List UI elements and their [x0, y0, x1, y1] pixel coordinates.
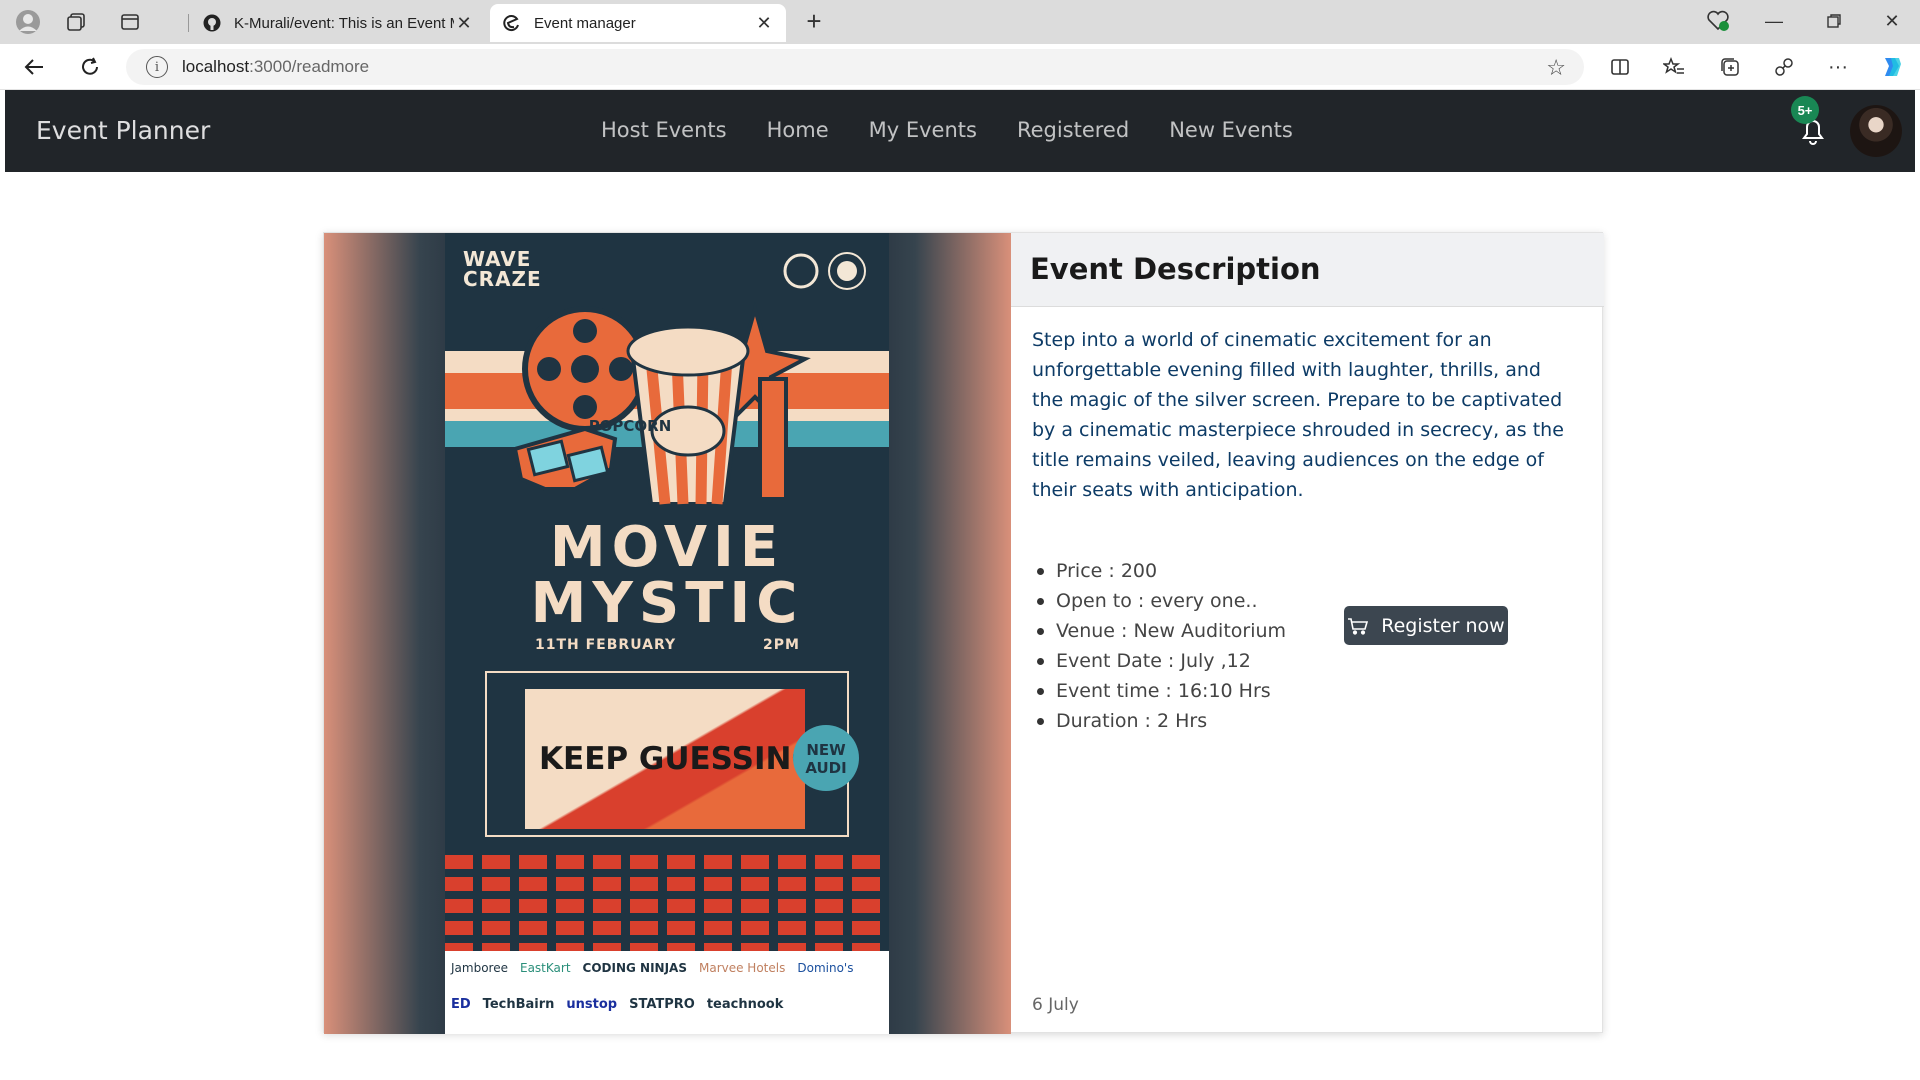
description-header: Event Description [1011, 233, 1604, 307]
poster-seats [445, 855, 889, 951]
tab-github[interactable]: K-Murali/event: This is an Event M ✕ [190, 4, 486, 42]
tab-actions-icon[interactable] [116, 8, 144, 36]
detail-price: Price : 200 [1032, 556, 1286, 586]
poster-logo: WAVE CRAZE [463, 247, 542, 291]
restore-button[interactable] [1812, 6, 1856, 36]
copilot-icon[interactable] [1876, 52, 1908, 82]
tab-event-manager[interactable]: Event manager ✕ [490, 4, 786, 42]
poster-date: 11TH FEBRUARY [535, 637, 677, 653]
nav-new-events[interactable]: New Events [1169, 118, 1293, 142]
description-title: Event Description [1030, 252, 1321, 286]
app-navbar: Event Planner Host Events Home My Events… [5, 90, 1915, 172]
close-tab-icon[interactable]: ✕ [754, 13, 774, 34]
url-path: :3000/readmore [249, 57, 370, 76]
event-card: WAVE CRAZE POPCORN MOVIE MYSTIC 11TH FEB… [323, 232, 1604, 1034]
brand-link[interactable]: Event Planner [36, 116, 210, 145]
register-now-button[interactable]: Register now [1344, 606, 1508, 645]
register-label: Register now [1381, 614, 1505, 637]
sponsor: teachnook [706, 997, 784, 1012]
event-poster: WAVE CRAZE POPCORN MOVIE MYSTIC 11TH FEB… [324, 233, 1011, 1034]
event-description-panel: Event Description Step into a world of c… [1011, 233, 1604, 1034]
event-description: Step into a world of cinematic excitemen… [1032, 329, 1564, 501]
tab-title: Event manager [534, 14, 636, 32]
sponsor: unstop [566, 997, 618, 1012]
tab-separator [188, 14, 189, 32]
event-details-list: Price : 200 Open to : every one.. Venue … [1032, 556, 1286, 736]
extensions-icon[interactable] [1768, 52, 1800, 82]
url-host: localhost [182, 57, 250, 76]
back-arrow-icon[interactable] [18, 52, 50, 82]
poster-sponsors: Jamboree EastKart CODING NINJAS Marvee H… [445, 951, 889, 1034]
notification-badge: 5+ [1791, 96, 1819, 124]
tab-title: K-Murali/event: This is an Event M [234, 14, 454, 32]
poster-time: 2PM [763, 637, 800, 653]
workspaces-icon[interactable] [62, 8, 90, 36]
favorite-star-icon[interactable]: ☆ [1546, 55, 1566, 81]
detail-open-to: Open to : every one.. [1032, 586, 1286, 616]
avatar[interactable] [1850, 105, 1902, 157]
sponsor: Jamboree [451, 961, 508, 975]
posted-date: 6 July [1032, 995, 1079, 1015]
poster-popcorn-label: POPCORN [588, 417, 672, 435]
detail-venue: Venue : New Auditorium [1032, 616, 1286, 646]
github-icon [202, 13, 222, 33]
nav-home[interactable]: Home [767, 118, 829, 142]
url-field[interactable]: i localhost:3000/readmore ☆ [126, 49, 1584, 85]
sponsor: STATPRO [629, 997, 695, 1012]
app-viewport: Event Planner Host Events Home My Events… [5, 90, 1915, 1075]
poster-venue-line1: NEW [806, 741, 846, 759]
browser-tab-bar: K-Murali/event: This is an Event M ✕ Eve… [0, 0, 1920, 44]
detail-time: Event time : 16:10 Hrs [1032, 676, 1286, 706]
site-info-icon[interactable]: i [146, 56, 168, 78]
refresh-icon[interactable] [74, 52, 106, 82]
edge-icon [502, 13, 522, 33]
movie-props-illustration [515, 301, 811, 506]
poster-image: WAVE CRAZE POPCORN MOVIE MYSTIC 11TH FEB… [445, 233, 889, 1034]
poster-venue-line2: AUDI [805, 759, 847, 777]
collections-icon[interactable] [1714, 52, 1746, 82]
detail-duration: Duration : 2 Hrs [1032, 706, 1286, 736]
sponsor: TechBairn [482, 997, 555, 1012]
sponsor: CODING NINJAS [582, 961, 687, 975]
close-window-button[interactable]: ✕ [1870, 6, 1914, 36]
nav-registered[interactable]: Registered [1017, 118, 1129, 142]
more-options-icon[interactable]: ··· [1822, 52, 1854, 82]
new-tab-button[interactable]: + [800, 8, 828, 36]
nav-links: Host Events Home My Events Registered Ne… [601, 118, 1333, 142]
sponsor: EastKart [519, 961, 571, 975]
nav-host-events[interactable]: Host Events [601, 118, 727, 142]
close-tab-icon[interactable]: ✕ [454, 13, 474, 34]
split-screen-icon[interactable] [1604, 52, 1636, 82]
sponsors-row-2: ED TechBairn unstop STATPRO teachnook [451, 997, 783, 1012]
sponsors-row-1: Jamboree EastKart CODING NINJAS Marvee H… [451, 961, 853, 975]
nav-my-events[interactable]: My Events [869, 118, 977, 142]
favorites-icon[interactable] [1658, 52, 1690, 82]
copilot-health-icon[interactable] [1696, 6, 1740, 36]
cart-icon [1347, 617, 1369, 635]
poster-title-line2: MYSTIC [530, 571, 804, 636]
detail-date: Event Date : July ,12 [1032, 646, 1286, 676]
profile-icon[interactable] [14, 8, 42, 36]
browser-address-bar: i localhost:3000/readmore ☆ ··· [0, 44, 1920, 90]
sponsor: Marvee Hotels [698, 961, 786, 975]
sponsor: ED [451, 997, 471, 1012]
minimize-button[interactable]: — [1752, 6, 1796, 36]
sponsor: Domino's [797, 961, 854, 975]
